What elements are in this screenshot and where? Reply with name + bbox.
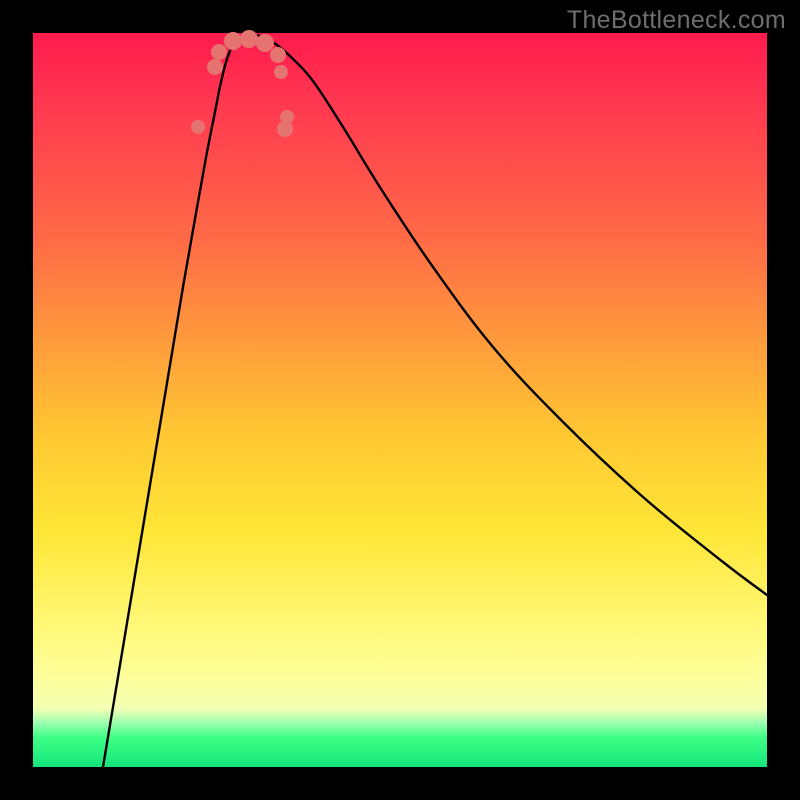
curve-marker bbox=[224, 32, 242, 50]
curve-marker bbox=[191, 120, 205, 134]
curve-marker bbox=[280, 110, 294, 124]
curve-marker bbox=[270, 47, 286, 63]
curve-layer bbox=[33, 33, 767, 767]
watermark-text: TheBottleneck.com bbox=[567, 6, 786, 35]
curve-marker bbox=[256, 34, 274, 52]
bottleneck-curve bbox=[103, 35, 767, 767]
plot-area bbox=[33, 33, 767, 767]
curve-marker bbox=[207, 59, 223, 75]
chart-frame: TheBottleneck.com bbox=[0, 0, 800, 800]
curve-marker bbox=[211, 44, 227, 60]
curve-marker bbox=[240, 30, 258, 48]
curve-marker bbox=[274, 65, 288, 79]
